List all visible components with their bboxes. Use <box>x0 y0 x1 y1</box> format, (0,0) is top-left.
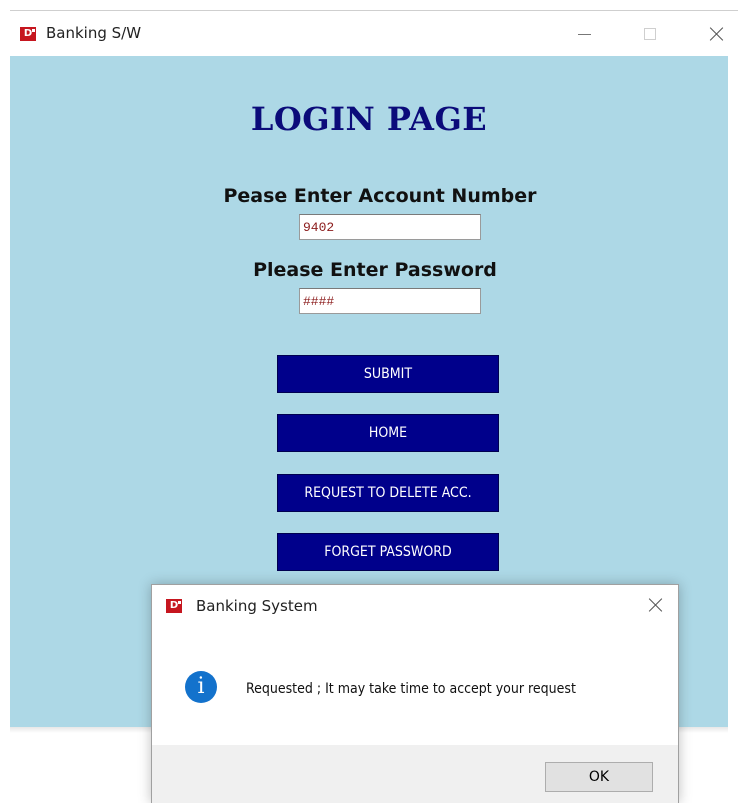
close-icon <box>709 26 725 42</box>
window-title: Banking S/W <box>46 24 142 42</box>
page-title: LOGIN PAGE <box>250 100 488 138</box>
submit-button[interactable]: SUBMIT <box>277 355 499 393</box>
title-bar: D Banking S/W <box>10 10 738 57</box>
ok-button[interactable]: OK <box>545 762 653 792</box>
dialog-app-icon: D <box>166 599 182 613</box>
forget-password-button[interactable]: FORGET PASSWORD <box>277 533 499 571</box>
password-input[interactable] <box>299 288 481 314</box>
info-icon: i <box>185 671 217 703</box>
dialog-close-icon[interactable] <box>648 597 664 613</box>
account-number-input[interactable] <box>299 214 481 240</box>
password-label: Please Enter Password <box>253 259 497 281</box>
maximize-button[interactable] <box>635 19 665 49</box>
home-button[interactable]: HOME <box>277 414 499 452</box>
dialog-title: Banking System <box>196 597 318 615</box>
app-icon: D <box>20 27 36 41</box>
minimize-button[interactable] <box>570 19 600 49</box>
close-button[interactable] <box>702 19 732 49</box>
dialog-footer: OK <box>152 745 678 803</box>
account-number-label: Pease Enter Account Number <box>223 185 537 207</box>
request-delete-account-button[interactable]: REQUEST TO DELETE ACC. <box>277 474 499 512</box>
message-dialog: D Banking System i Requested ; It may ta… <box>151 584 679 803</box>
dialog-message: Requested ; It may take time to accept y… <box>246 681 576 697</box>
